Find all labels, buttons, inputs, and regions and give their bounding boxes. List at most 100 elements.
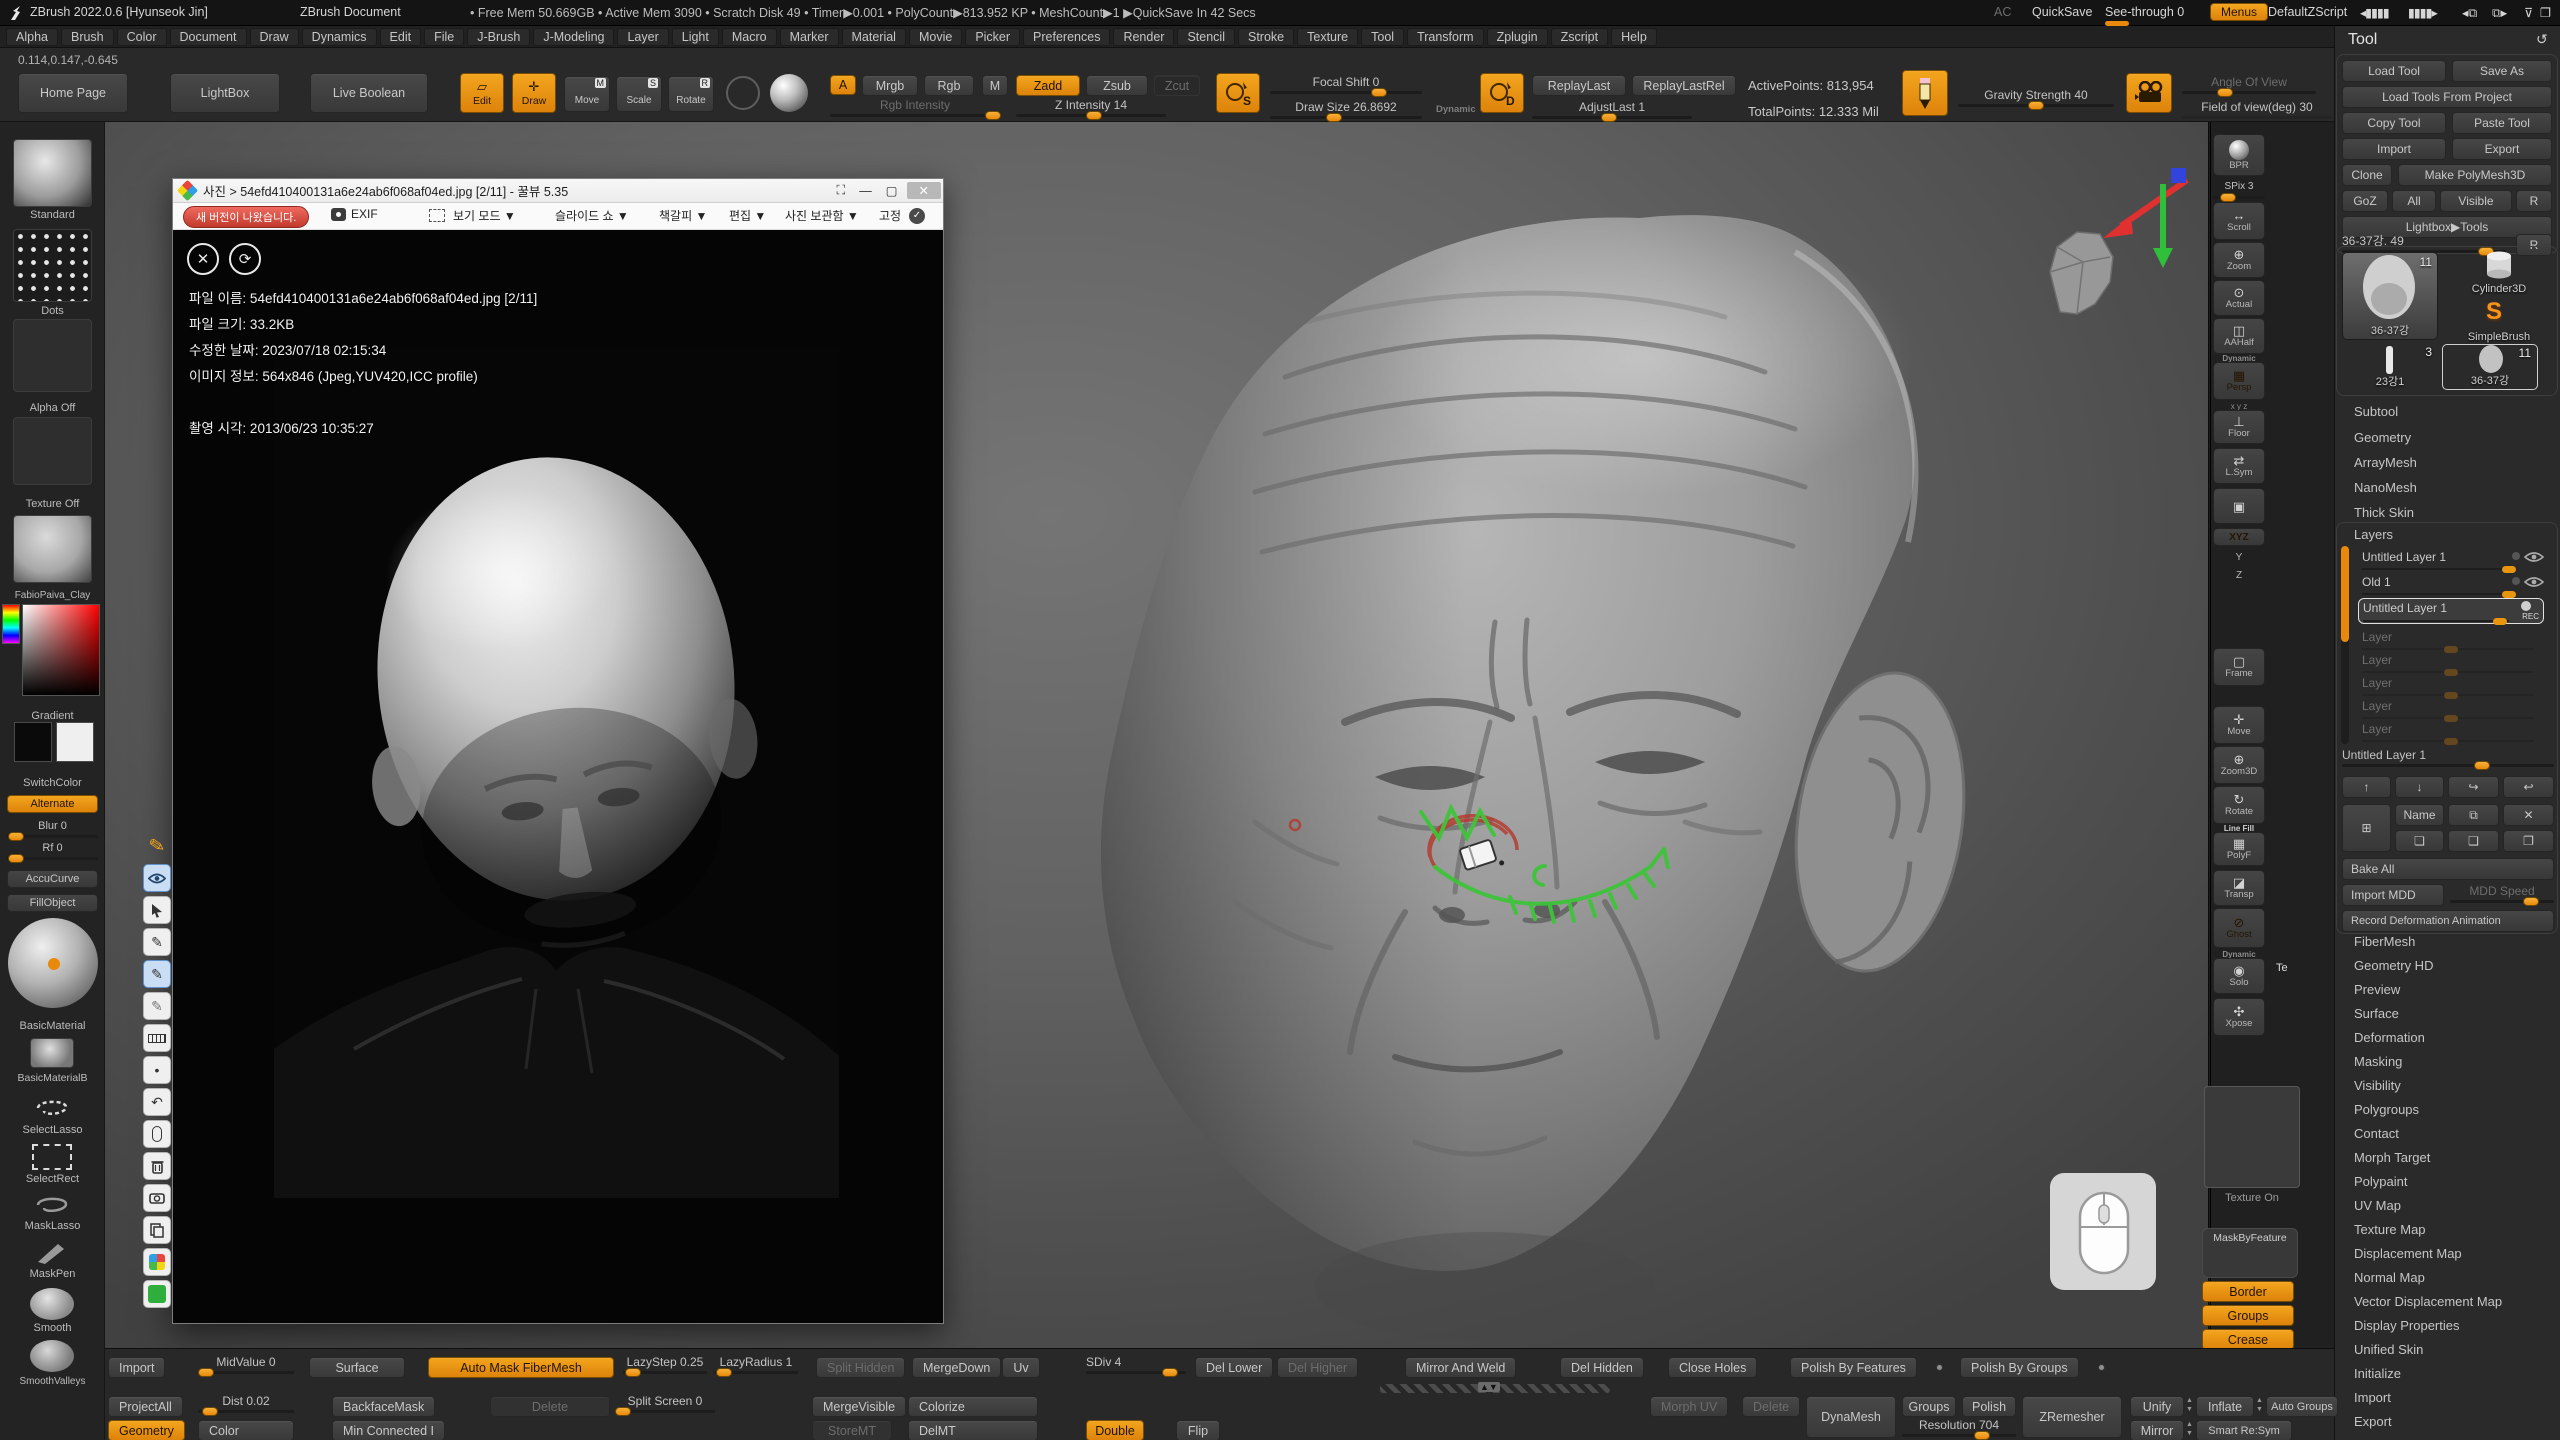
layout-next-icon[interactable]: ⧉▸ — [2492, 5, 2507, 21]
menu-tool[interactable]: Tool — [1361, 28, 1404, 46]
menu-jbrush[interactable]: J-Brush — [467, 28, 530, 46]
make-polymesh3d-button[interactable]: Make PolyMesh3D — [2398, 164, 2552, 186]
morph-uv-button[interactable]: Morph UV — [1650, 1396, 1728, 1417]
color-picker[interactable] — [22, 604, 100, 696]
layer-2-intensity-handle[interactable] — [2502, 591, 2516, 598]
ac-button[interactable]: AC — [1994, 5, 2011, 19]
texture-preview-box[interactable] — [2204, 1086, 2300, 1188]
viewer-title-bar[interactable]: 사진 > 54efd410400131a6e24ab6f068af04ed.jp… — [173, 179, 943, 203]
frame-button[interactable]: ▢Frame — [2213, 648, 2265, 686]
load-tools-from-project-button[interactable]: Load Tools From Project — [2342, 86, 2552, 108]
edit-menu[interactable]: 편집 ▼ — [729, 207, 766, 224]
restore-icon[interactable]: ❐ — [2540, 5, 2551, 20]
paste-tool-button[interactable]: Paste Tool — [2452, 112, 2552, 134]
z-intensity-slider[interactable]: Z Intensity 14 — [1016, 98, 1166, 117]
layer-delete-button[interactable]: ✕ — [2503, 804, 2554, 826]
gravity-strength-slider[interactable]: Gravity Strength 40 — [1958, 88, 2114, 107]
angle-of-view-slider[interactable]: Angle Of View — [2182, 75, 2316, 94]
home-page-button[interactable]: Home Page — [18, 73, 128, 113]
tray-left-icon[interactable]: ◂▮▮▮▮ — [2360, 5, 2389, 20]
close-holes-button[interactable]: Close Holes — [1668, 1357, 1757, 1378]
replay-last-rel-button[interactable]: ReplayLastRel — [1632, 75, 1736, 96]
auto-mask-fibermesh-button[interactable]: Auto Mask FiberMesh — [428, 1357, 614, 1378]
zadd-button[interactable]: Zadd — [1016, 75, 1080, 96]
layer-invert-button[interactable]: ❐ — [2503, 830, 2554, 852]
menu-zscript[interactable]: Zscript — [1551, 28, 1609, 46]
crease-button[interactable]: Crease — [2202, 1329, 2294, 1350]
exif-button[interactable]: EXIF — [351, 207, 378, 221]
layers-header[interactable]: Layers — [2354, 527, 2393, 542]
move-mode-button[interactable]: M Move — [564, 76, 610, 112]
viewer-minimize-icon[interactable]: — — [859, 184, 872, 198]
zremesher-button[interactable]: ZRemesher — [2022, 1396, 2122, 1438]
bottom-import-button[interactable]: Import — [108, 1357, 165, 1378]
transp-button[interactable]: ◪Transp — [2213, 870, 2265, 906]
unify-stepper[interactable]: ▲▼ — [2186, 1396, 2193, 1414]
save-as-button[interactable]: Save As — [2452, 60, 2552, 82]
delete-button-2[interactable]: Delete — [1742, 1396, 1800, 1417]
menu-render[interactable]: Render — [1113, 28, 1174, 46]
zsub-button[interactable]: Zsub — [1086, 75, 1148, 96]
bake-all-button[interactable]: Bake All — [2342, 858, 2554, 880]
auto-groups-button[interactable]: Auto Groups — [2266, 1396, 2338, 1417]
color-button[interactable]: Color — [198, 1420, 294, 1440]
section-initialize[interactable]: Initialize — [2354, 1366, 2401, 1381]
bpr-button[interactable]: BPR — [2213, 134, 2265, 176]
polish-by-features-button[interactable]: Polish By Features — [1790, 1357, 1917, 1378]
menu-edit[interactable]: Edit — [380, 28, 422, 46]
menu-material[interactable]: Material — [842, 28, 906, 46]
tool-import-button[interactable]: Import — [2342, 138, 2446, 160]
menu-zplugin[interactable]: Zplugin — [1487, 28, 1548, 46]
unify-button[interactable]: Unify — [2130, 1396, 2184, 1417]
persp-button[interactable]: ▦Persp — [2213, 362, 2265, 400]
ghost-button[interactable]: ⊘Ghost — [2213, 908, 2265, 948]
section-polygroups[interactable]: Polygroups — [2354, 1102, 2419, 1117]
menu-alpha[interactable]: Alpha — [6, 28, 58, 46]
smooth-thumbnail[interactable] — [30, 1288, 74, 1320]
layer-new-button[interactable]: ⊞ — [2342, 804, 2391, 852]
dot-size-icon[interactable]: • — [143, 1056, 171, 1084]
camera-tool-button[interactable] — [2126, 73, 2172, 113]
uv-button[interactable]: Uv — [1002, 1357, 1040, 1378]
current-brush-thumbnail[interactable] — [13, 139, 92, 207]
menu-light[interactable]: Light — [672, 28, 719, 46]
basic-material-b-thumbnail[interactable] — [30, 1038, 74, 1068]
mergedown-button[interactable]: MergeDown — [912, 1357, 1001, 1378]
layer-intensity-slider[interactable]: Untitled Layer 1 — [2342, 748, 2554, 767]
goz-button[interactable]: GoZ — [2342, 190, 2388, 212]
section-uv-map[interactable]: UV Map — [2354, 1198, 2401, 1213]
live-boolean-button[interactable]: Live Boolean — [310, 73, 428, 113]
section-displacement-map[interactable]: Displacement Map — [2354, 1246, 2462, 1261]
goz-r-button[interactable]: R — [2516, 190, 2552, 212]
section-subtool[interactable]: Subtool — [2354, 404, 2398, 419]
menus-toggle[interactable]: Menus — [2210, 3, 2268, 21]
rgb-intensity-slider[interactable]: Rgb Intensity — [830, 98, 1000, 117]
pen-tool-icon[interactable]: ✎ — [143, 928, 171, 956]
trash-icon[interactable] — [143, 1152, 171, 1180]
layer-row-2[interactable]: Old 1 — [2358, 573, 2544, 596]
tool-reload-icon[interactable]: ↺ — [2536, 31, 2548, 48]
layer-row-selected[interactable]: Untitled Layer 1 REC — [2358, 598, 2544, 624]
inflate-stepper[interactable]: ▲▼ — [2256, 1396, 2263, 1414]
layer-row-dim-2[interactable]: Layer — [2358, 651, 2544, 674]
rotate3d-button[interactable]: ↻Rotate — [2213, 786, 2265, 824]
smart-resym-button[interactable]: Smart Re:Sym — [2196, 1420, 2292, 1440]
layer-1-eye-icon[interactable] — [2524, 551, 2544, 563]
mdd-speed-slider[interactable]: MDD Speed — [2450, 884, 2554, 903]
menu-stencil[interactable]: Stencil — [1177, 28, 1235, 46]
viewer-rotate-overlay-button[interactable]: ⟳ — [229, 243, 261, 275]
photo-library-menu[interactable]: 사진 보관함 ▼ — [785, 207, 859, 224]
polish-by-features-toggle[interactable] — [1936, 1364, 1943, 1371]
stroke-preview-icon[interactable] — [726, 76, 760, 110]
goz-all-button[interactable]: All — [2392, 190, 2436, 212]
section-contact[interactable]: Contact — [2354, 1126, 2399, 1141]
blur-slider[interactable]: Blur 0 — [7, 819, 98, 838]
draw-brush-icon-button[interactable]: D — [1480, 73, 1524, 113]
section-export[interactable]: Export — [2354, 1414, 2392, 1429]
section-preview[interactable]: Preview — [2354, 982, 2400, 997]
menu-dynamics[interactable]: Dynamics — [302, 28, 377, 46]
layer-row-dim-3[interactable]: Layer — [2358, 674, 2544, 697]
menu-preferences[interactable]: Preferences — [1023, 28, 1110, 46]
load-tool-button[interactable]: Load Tool — [2342, 60, 2446, 82]
select-lasso-icon[interactable] — [30, 1094, 74, 1122]
